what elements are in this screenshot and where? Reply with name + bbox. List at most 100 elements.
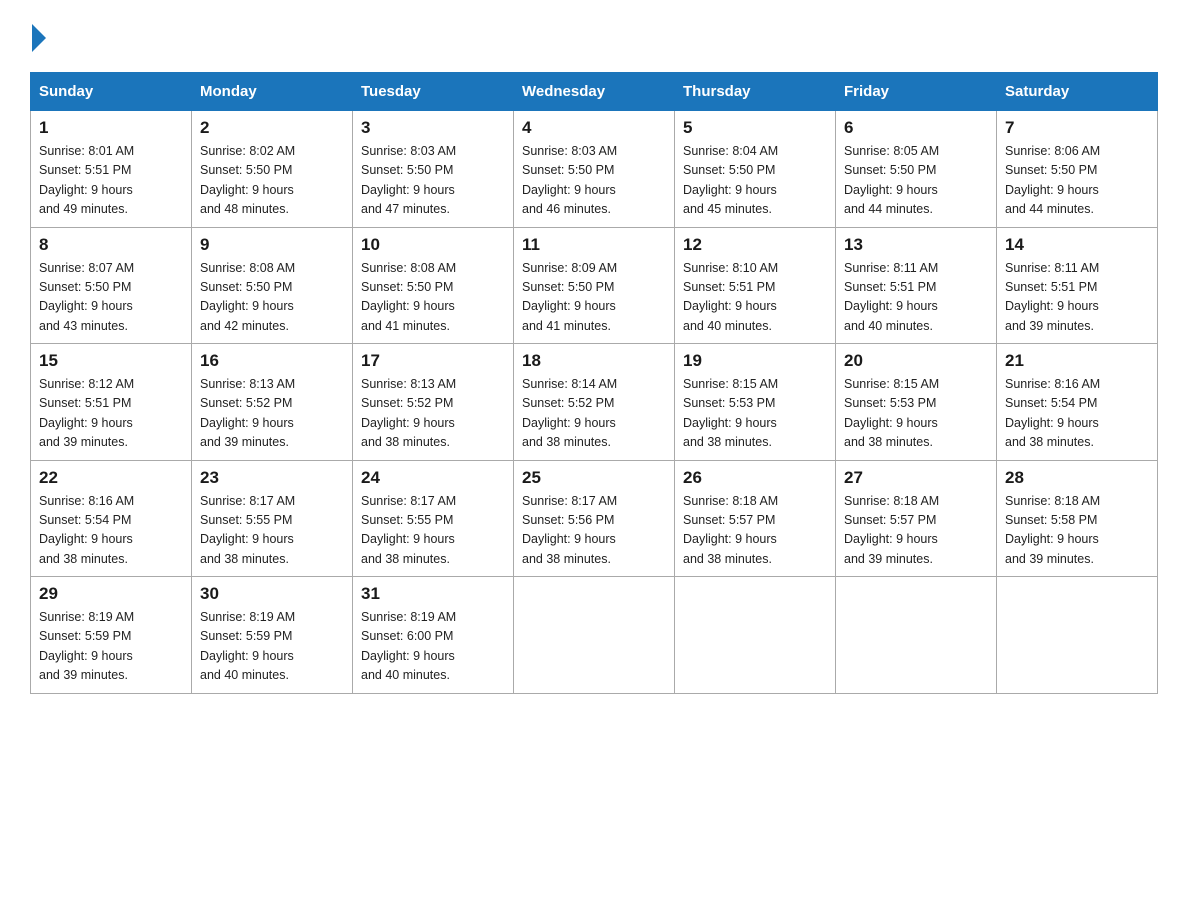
day-number: 27 <box>844 468 988 488</box>
day-number: 9 <box>200 235 344 255</box>
day-number: 25 <box>522 468 666 488</box>
calendar-cell: 23 Sunrise: 8:17 AMSunset: 5:55 PMDayligh… <box>192 460 353 577</box>
day-info: Sunrise: 8:16 AMSunset: 5:54 PMDaylight:… <box>39 494 134 566</box>
day-info: Sunrise: 8:01 AMSunset: 5:51 PMDaylight:… <box>39 144 134 216</box>
day-number: 16 <box>200 351 344 371</box>
calendar-cell: 9Sunrise: 8:08 AMSunset: 5:50 PMDaylight… <box>192 227 353 344</box>
calendar-cell: 12Sunrise: 8:10 AMSunset: 5:51 PMDayligh… <box>675 227 836 344</box>
day-number: 6 <box>844 118 988 138</box>
day-number: 5 <box>683 118 827 138</box>
day-number: 3 <box>361 118 505 138</box>
calendar-cell: 7 Sunrise: 8:06 AMSunset: 5:50 PMDaylight… <box>997 111 1158 228</box>
day-number: 17 <box>361 351 505 371</box>
day-info: Sunrise: 8:14 AMSunset: 5:52 PMDaylight:… <box>522 377 617 449</box>
calendar-cell: 27 Sunrise: 8:18 AMSunset: 5:57 PMDayligh… <box>836 460 997 577</box>
day-number: 10 <box>361 235 505 255</box>
calendar-cell: 21 Sunrise: 8:16 AMSunset: 5:54 PMDayligh… <box>997 344 1158 461</box>
day-number: 2 <box>200 118 344 138</box>
weekday-header-tuesday: Tuesday <box>353 73 514 111</box>
calendar-cell <box>514 577 675 694</box>
calendar-cell: 1 Sunrise: 8:01 AMSunset: 5:51 PMDaylight… <box>31 111 192 228</box>
calendar-cell: 13 Sunrise: 8:11 AMSunset: 5:51 PMDayligh… <box>836 227 997 344</box>
calendar-cell: 24 Sunrise: 8:17 AMSunset: 5:55 PMDayligh… <box>353 460 514 577</box>
calendar-cell: 14 Sunrise: 8:11 AMSunset: 5:51 PMDayligh… <box>997 227 1158 344</box>
calendar-cell: 11 Sunrise: 8:09 AMSunset: 5:50 PMDayligh… <box>514 227 675 344</box>
calendar-cell: 25 Sunrise: 8:17 AMSunset: 5:56 PMDayligh… <box>514 460 675 577</box>
day-info: Sunrise: 8:13 AMSunset: 5:52 PMDaylight:… <box>361 377 456 449</box>
calendar-cell: 29 Sunrise: 8:19 AMSunset: 5:59 PMDayligh… <box>31 577 192 694</box>
calendar-cell: 20 Sunrise: 8:15 AMSunset: 5:53 PMDayligh… <box>836 344 997 461</box>
day-number: 15 <box>39 351 183 371</box>
day-number: 24 <box>361 468 505 488</box>
logo <box>30 20 46 52</box>
calendar-cell: 8Sunrise: 8:07 AMSunset: 5:50 PMDaylight… <box>31 227 192 344</box>
day-info: Sunrise: 8:17 AMSunset: 5:56 PMDaylight:… <box>522 494 617 566</box>
day-info: Sunrise: 8:17 AMSunset: 5:55 PMDaylight:… <box>361 494 456 566</box>
day-number: 14 <box>1005 235 1149 255</box>
day-number: 30 <box>200 584 344 604</box>
day-number: 1 <box>39 118 183 138</box>
day-number: 11 <box>522 235 666 255</box>
day-number: 7 <box>1005 118 1149 138</box>
day-info: Sunrise: 8:06 AMSunset: 5:50 PMDaylight:… <box>1005 144 1100 216</box>
calendar-week-4: 22 Sunrise: 8:16 AMSunset: 5:54 PMDayligh… <box>31 460 1158 577</box>
day-info: Sunrise: 8:19 AMSunset: 5:59 PMDaylight:… <box>39 610 134 682</box>
day-number: 23 <box>200 468 344 488</box>
day-number: 26 <box>683 468 827 488</box>
day-info: Sunrise: 8:16 AMSunset: 5:54 PMDaylight:… <box>1005 377 1100 449</box>
day-info: Sunrise: 8:18 AMSunset: 5:58 PMDaylight:… <box>1005 494 1100 566</box>
day-info: Sunrise: 8:03 AMSunset: 5:50 PMDaylight:… <box>361 144 456 216</box>
day-number: 18 <box>522 351 666 371</box>
day-info: Sunrise: 8:12 AMSunset: 5:51 PMDaylight:… <box>39 377 134 449</box>
day-number: 13 <box>844 235 988 255</box>
day-info: Sunrise: 8:05 AMSunset: 5:50 PMDaylight:… <box>844 144 939 216</box>
calendar-cell: 10 Sunrise: 8:08 AMSunset: 5:50 PMDayligh… <box>353 227 514 344</box>
calendar-cell: 19 Sunrise: 8:15 AMSunset: 5:53 PMDayligh… <box>675 344 836 461</box>
day-info: Sunrise: 8:13 AMSunset: 5:52 PMDaylight:… <box>200 377 295 449</box>
day-info: Sunrise: 8:04 AMSunset: 5:50 PMDaylight:… <box>683 144 778 216</box>
day-number: 19 <box>683 351 827 371</box>
day-info: Sunrise: 8:08 AMSunset: 5:50 PMDaylight:… <box>361 261 456 333</box>
calendar-cell: 28Sunrise: 8:18 AMSunset: 5:58 PMDayligh… <box>997 460 1158 577</box>
day-info: Sunrise: 8:15 AMSunset: 5:53 PMDaylight:… <box>844 377 939 449</box>
day-info: Sunrise: 8:19 AMSunset: 6:00 PMDaylight:… <box>361 610 456 682</box>
day-info: Sunrise: 8:11 AMSunset: 5:51 PMDaylight:… <box>1005 261 1099 333</box>
day-number: 22 <box>39 468 183 488</box>
day-number: 21 <box>1005 351 1149 371</box>
day-number: 20 <box>844 351 988 371</box>
calendar-cell: 2Sunrise: 8:02 AMSunset: 5:50 PMDaylight… <box>192 111 353 228</box>
weekday-header-saturday: Saturday <box>997 73 1158 111</box>
calendar-cell: 17 Sunrise: 8:13 AMSunset: 5:52 PMDayligh… <box>353 344 514 461</box>
day-info: Sunrise: 8:03 AMSunset: 5:50 PMDaylight:… <box>522 144 617 216</box>
day-number: 29 <box>39 584 183 604</box>
day-info: Sunrise: 8:09 AMSunset: 5:50 PMDaylight:… <box>522 261 617 333</box>
calendar-cell <box>675 577 836 694</box>
day-number: 4 <box>522 118 666 138</box>
weekday-header-thursday: Thursday <box>675 73 836 111</box>
calendar-cell: 31Sunrise: 8:19 AMSunset: 6:00 PMDayligh… <box>353 577 514 694</box>
calendar-header: SundayMondayTuesdayWednesdayThursdayFrid… <box>31 73 1158 111</box>
calendar-cell: 6 Sunrise: 8:05 AMSunset: 5:50 PMDaylight… <box>836 111 997 228</box>
day-info: Sunrise: 8:18 AMSunset: 5:57 PMDaylight:… <box>844 494 939 566</box>
calendar-week-5: 29 Sunrise: 8:19 AMSunset: 5:59 PMDayligh… <box>31 577 1158 694</box>
calendar-cell: 3 Sunrise: 8:03 AMSunset: 5:50 PMDaylight… <box>353 111 514 228</box>
day-info: Sunrise: 8:11 AMSunset: 5:51 PMDaylight:… <box>844 261 938 333</box>
calendar-week-3: 15 Sunrise: 8:12 AMSunset: 5:51 PMDayligh… <box>31 344 1158 461</box>
calendar-cell: 5 Sunrise: 8:04 AMSunset: 5:50 PMDaylight… <box>675 111 836 228</box>
weekday-header-wednesday: Wednesday <box>514 73 675 111</box>
day-number: 12 <box>683 235 827 255</box>
day-info: Sunrise: 8:19 AMSunset: 5:59 PMDaylight:… <box>200 610 295 682</box>
calendar-cell: 4 Sunrise: 8:03 AMSunset: 5:50 PMDaylight… <box>514 111 675 228</box>
day-info: Sunrise: 8:17 AMSunset: 5:55 PMDaylight:… <box>200 494 295 566</box>
calendar-cell <box>836 577 997 694</box>
calendar-cell: 22 Sunrise: 8:16 AMSunset: 5:54 PMDayligh… <box>31 460 192 577</box>
calendar-week-1: 1 Sunrise: 8:01 AMSunset: 5:51 PMDaylight… <box>31 111 1158 228</box>
calendar-cell: 26 Sunrise: 8:18 AMSunset: 5:57 PMDayligh… <box>675 460 836 577</box>
weekday-header-monday: Monday <box>192 73 353 111</box>
day-info: Sunrise: 8:18 AMSunset: 5:57 PMDaylight:… <box>683 494 778 566</box>
weekday-header-sunday: Sunday <box>31 73 192 111</box>
calendar-cell: 30 Sunrise: 8:19 AMSunset: 5:59 PMDayligh… <box>192 577 353 694</box>
day-info: Sunrise: 8:15 AMSunset: 5:53 PMDaylight:… <box>683 377 778 449</box>
page-header <box>30 20 1158 52</box>
calendar-table: SundayMondayTuesdayWednesdayThursdayFrid… <box>30 72 1158 694</box>
